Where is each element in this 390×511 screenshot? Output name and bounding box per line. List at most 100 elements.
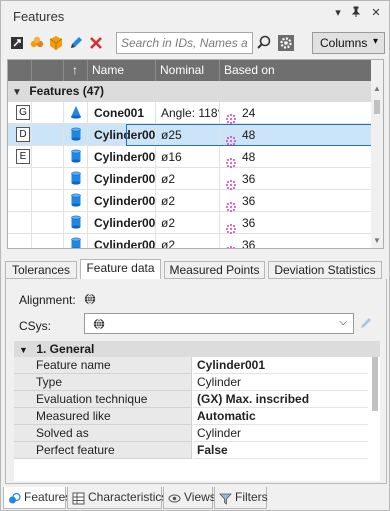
points-icon — [226, 153, 236, 168]
column-header-sort[interactable]: ↑ — [64, 60, 88, 81]
property-row[interactable]: Feature name Cylinder001 — [14, 357, 374, 374]
letter-cell[interactable]: E — [8, 146, 32, 168]
title-bar: Features ▾ ✕ — [1, 1, 389, 29]
bottom-tab-label: Features — [24, 490, 72, 504]
property-scrollbar[interactable] — [372, 357, 378, 411]
based-on-value: 36 — [242, 238, 256, 249]
letter-cell[interactable] — [8, 190, 32, 212]
property-value[interactable]: Cylinder001 — [193, 357, 368, 374]
search-field[interactable] — [116, 32, 253, 54]
property-value[interactable]: False — [193, 442, 368, 459]
table-row[interactable]: Cylinder006 ø2 36 — [8, 234, 372, 249]
table-row[interactable]: G Cone001 Angle: 118° 24 — [8, 102, 372, 124]
property-value[interactable]: Cylinder — [193, 425, 368, 442]
bottom-tab-label: Characteristics — [88, 490, 168, 504]
cube-icon[interactable] — [48, 35, 64, 51]
tab-measured-points[interactable]: Measured Points — [164, 261, 265, 279]
column-header-letter[interactable] — [8, 60, 32, 81]
based-on-value: 36 — [242, 172, 256, 186]
scroll-down-icon[interactable]: ▼ — [373, 236, 381, 245]
feature-name: Cylinder002 — [88, 146, 156, 168]
table-row[interactable]: Cylinder004 ø2 36 — [8, 190, 372, 212]
group-row-features[interactable]: ▼ Features (47) — [8, 81, 372, 102]
based-on-value: 48 — [242, 150, 256, 164]
nominal-value: ø2 — [156, 212, 220, 234]
label-letter-box[interactable]: D — [16, 127, 30, 142]
blank-cell — [32, 168, 64, 190]
letter-cell[interactable]: D — [8, 124, 32, 146]
table-row[interactable]: Cylinder003 ø2 36 — [8, 168, 372, 190]
shape-cell — [64, 234, 88, 248]
globe-icon — [84, 293, 96, 305]
points-icon — [226, 197, 236, 212]
bottom-tab-features[interactable]: Features — [3, 487, 71, 509]
delete-icon[interactable] — [88, 35, 104, 51]
property-key: Solved as — [14, 425, 192, 442]
panel-title: Features — [13, 9, 65, 24]
pin-icon[interactable] — [349, 6, 363, 20]
cylinder-icon — [70, 215, 82, 232]
column-header-name[interactable]: Name — [88, 60, 156, 81]
bottom-tab-views[interactable]: Views — [163, 487, 216, 509]
property-value[interactable]: Cylinder — [193, 374, 368, 391]
dropdown-icon[interactable]: ▾ — [331, 6, 345, 20]
property-row[interactable]: Perfect feature False — [14, 442, 374, 459]
letter-cell[interactable] — [8, 234, 32, 248]
table-scrollbar[interactable]: ▲ ▼ — [371, 60, 383, 248]
property-row[interactable]: Type Cylinder — [14, 374, 374, 391]
gear-icon[interactable] — [276, 32, 296, 54]
scroll-thumb[interactable] — [374, 100, 380, 114]
table-row[interactable]: Cylinder005 ø2 36 — [8, 212, 372, 234]
edit-icon[interactable] — [68, 35, 84, 51]
table-row[interactable]: E Cylinder002 ø16 48 — [8, 146, 372, 168]
features-table: ↑ Name Nominal Based on ▼ Features (47) … — [7, 59, 384, 249]
tab-deviation-statistics[interactable]: Deviation Statistics — [268, 261, 382, 279]
nominal-value: ø2 — [156, 190, 220, 212]
property-section-general[interactable]: ▼ 1. General — [14, 341, 380, 357]
close-icon[interactable]: ✕ — [369, 6, 383, 20]
property-value[interactable]: (GX) Max. inscribed — [193, 391, 368, 408]
nominal-value: Angle: 118° — [156, 102, 220, 124]
property-row[interactable]: Solved as Cylinder — [14, 425, 374, 442]
pencil-icon[interactable] — [358, 315, 374, 331]
bottom-tab-label: Filters — [235, 490, 268, 504]
bottom-tab-characteristics[interactable]: Characteristics — [67, 487, 167, 509]
bottom-tabs: Features Characteristics Views Filters — [1, 487, 389, 510]
expand-icon[interactable] — [9, 35, 25, 51]
letter-cell[interactable]: G — [8, 102, 32, 124]
column-header-based-on[interactable]: Based on — [220, 60, 372, 81]
column-header-nominal[interactable]: Nominal — [156, 60, 220, 81]
bottom-tab-filters[interactable]: Filters — [214, 487, 268, 509]
features-panel: Features ▾ ✕ Colum — [0, 0, 390, 511]
tab-feature-data[interactable]: Feature data — [80, 259, 161, 280]
blank-cell — [32, 146, 64, 168]
label-letter-box[interactable]: G — [16, 105, 30, 120]
scroll-up-icon[interactable]: ▲ — [373, 84, 381, 93]
columns-dropdown[interactable]: Columns ▾ — [312, 32, 385, 54]
chevron-down-icon[interactable]: ▼ — [12, 82, 26, 103]
table-row[interactable]: D Cylinder001 ø25 48 — [8, 124, 372, 146]
property-value[interactable]: Automatic — [193, 408, 368, 425]
chevron-down-icon[interactable]: ▼ — [19, 342, 33, 358]
tab-tolerances[interactable]: Tolerances — [5, 261, 77, 279]
property-row[interactable]: Measured like Automatic — [14, 408, 374, 425]
cylinder-icon — [70, 237, 82, 248]
multi-feature-icon[interactable] — [29, 35, 45, 51]
letter-cell[interactable] — [8, 212, 32, 234]
group-label: Features (47) — [29, 84, 105, 98]
search-input[interactable] — [117, 33, 252, 53]
property-row[interactable]: Evaluation technique (GX) Max. inscribed — [14, 391, 374, 408]
csys-dropdown[interactable]: ⌵ — [84, 313, 354, 334]
label-letter-box[interactable]: E — [16, 149, 30, 164]
column-header-blank[interactable] — [32, 60, 64, 81]
feature-name: Cylinder004 — [88, 190, 156, 212]
letter-cell[interactable] — [8, 168, 32, 190]
nominal-value: ø2 — [156, 168, 220, 190]
property-key: Type — [14, 374, 192, 391]
search-icon[interactable] — [254, 32, 274, 54]
eye-icon — [168, 491, 181, 504]
property-key: Perfect feature — [14, 442, 192, 459]
toolbar: Columns ▾ — [1, 29, 389, 57]
points-icon — [226, 219, 236, 234]
property-key: Evaluation technique — [14, 391, 192, 408]
